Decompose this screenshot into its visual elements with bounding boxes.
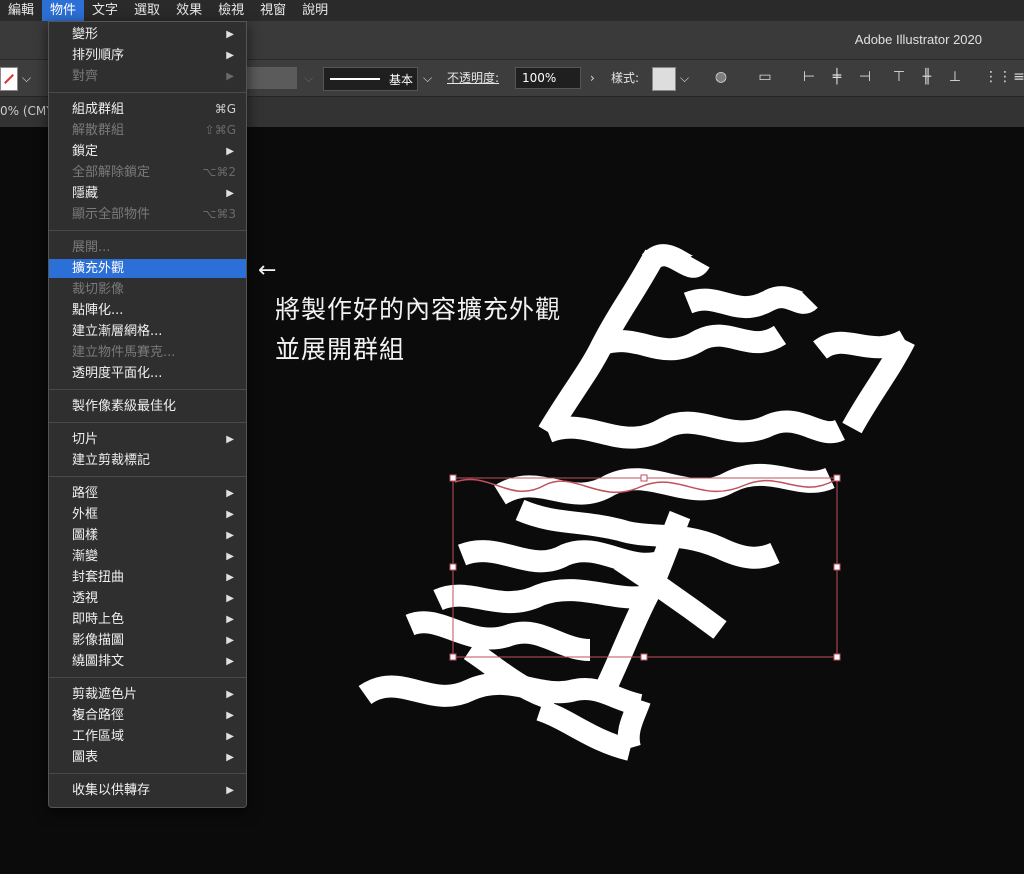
selection-handle xyxy=(833,474,841,482)
align-bottom-icon[interactable]: ⊥ xyxy=(946,68,964,86)
menu-item-transform[interactable]: 變形 ▶ xyxy=(49,25,246,44)
menu-separator xyxy=(49,230,246,231)
recolor-artwork-icon[interactable]: ◍ xyxy=(712,68,730,86)
menu-item-shape[interactable]: 外框 ▶ xyxy=(49,505,246,524)
menu-item-slice[interactable]: 切片 ▶ xyxy=(49,430,246,449)
align-hcenter-icon[interactable]: ╪ xyxy=(828,68,846,86)
menu-item-collect-for-export[interactable]: 收集以供轉存 ▶ xyxy=(49,781,246,800)
menu-item-blend[interactable]: 漸變 ▶ xyxy=(49,547,246,566)
menu-item-ungroup: 解散群組 ⇧⌘G xyxy=(72,123,236,138)
menu-item-group[interactable]: 組成群組 ⌘G xyxy=(49,100,246,119)
transform-icon[interactable]: ≡ xyxy=(1010,68,1024,86)
menu-item-image-trace[interactable]: 影像描圖 ▶ xyxy=(49,631,246,650)
menu-item-expand-appearance[interactable]: 擴充外觀 xyxy=(49,259,246,278)
menu-item-flatten-transparency[interactable]: 透明度平面化... xyxy=(49,364,246,383)
object-menu-dropdown: 變形 ▶ 排列順序 ▶ 對齊 ▶ 組成群組 ⌘G 解散群組 ⇧⌘G 鎖定 ▶ 全部解除鎖定 ⌥… xyxy=(48,21,247,808)
menu-separator xyxy=(49,773,246,774)
menu-item-pixel-perfect[interactable]: 製作像素級最佳化 xyxy=(49,397,246,416)
menu-item-compound-path[interactable]: 複合路徑 ▶ xyxy=(49,706,246,725)
menu-separator xyxy=(49,422,246,423)
menu-select[interactable]: 選取 xyxy=(126,0,168,21)
menu-bar: 編輯 物件 文字 選取 效果 檢視 視窗 說明 xyxy=(0,0,1024,21)
menu-item-live-paint[interactable]: 即時上色 ▶ xyxy=(49,610,246,629)
menu-item-path[interactable]: 路徑 ▶ xyxy=(49,484,246,503)
menu-item-gradient-mesh[interactable]: 建立漸層網格... xyxy=(49,322,246,341)
stroke-weight-field[interactable] xyxy=(245,67,297,89)
menu-item-clipping-mask[interactable]: 剪裁遮色片 ▶ xyxy=(49,685,246,704)
document-setup-icon[interactable]: ▭ xyxy=(756,68,774,86)
chevron-down-icon[interactable]: ⌵ xyxy=(22,67,31,89)
align-left-icon[interactable]: ⊢ xyxy=(800,68,818,86)
menu-item-expand: 展開... xyxy=(72,240,111,255)
menu-item-hide[interactable]: 隱藏 ▶ xyxy=(49,184,246,203)
menu-item-object-mosaic: 建立物件馬賽克... xyxy=(72,345,176,360)
chevron-down-icon: ⌵ xyxy=(304,71,314,85)
menu-item-rasterize[interactable]: 點陣化... xyxy=(49,301,246,320)
menu-item-lock[interactable]: 鎖定 ▶ xyxy=(49,142,246,161)
stroke-profile-select[interactable]: 基本 xyxy=(323,67,418,91)
chevron-down-icon[interactable]: ⌵ xyxy=(423,67,432,89)
align-vcenter-icon[interactable]: ╫ xyxy=(918,68,936,86)
distribute-icon[interactable]: ⋮⋮ xyxy=(984,68,1012,86)
selection-handle xyxy=(833,563,841,571)
menu-item-unlock-all: 全部解除鎖定 ⌥⌘2 xyxy=(72,165,236,180)
fill-swatch[interactable] xyxy=(0,67,18,91)
menu-item-envelope-distort[interactable]: 封套扭曲 ▶ xyxy=(49,568,246,587)
selection-handle xyxy=(833,653,841,661)
opacity-input[interactable]: 100% xyxy=(515,67,581,89)
menu-item-show-all: 顯示全部物件 ⌥⌘3 xyxy=(72,207,236,222)
menu-help[interactable]: 說明 xyxy=(294,0,336,21)
menu-effect[interactable]: 效果 xyxy=(168,0,210,21)
menu-item-text-wrap[interactable]: 繞圖排文 ▶ xyxy=(49,652,246,671)
document-tab[interactable]: 0% (CMY xyxy=(0,104,54,118)
chevron-right-icon[interactable]: › xyxy=(590,67,595,89)
art-stroke xyxy=(536,699,633,761)
art-stroke xyxy=(543,410,845,449)
menu-separator xyxy=(49,677,246,678)
graphic-style-swatch[interactable] xyxy=(652,67,676,91)
align-top-icon[interactable]: ⊤ xyxy=(890,68,908,86)
menu-object[interactable]: 物件 xyxy=(42,0,85,21)
selection-handle xyxy=(449,563,457,571)
art-stroke xyxy=(617,696,651,751)
art-stroke xyxy=(405,611,591,661)
menu-item-align: 對齊 ▶ xyxy=(72,69,234,84)
menu-item-crop-marks[interactable]: 建立剪裁標記 xyxy=(49,451,246,470)
app-title: Adobe Illustrator 2020 xyxy=(854,32,982,47)
art-stroke xyxy=(596,324,787,361)
menu-edit[interactable]: 編輯 xyxy=(0,0,42,21)
align-right-icon[interactable]: ⊣ xyxy=(856,68,874,86)
opacity-label[interactable]: 不透明度: xyxy=(447,67,499,89)
menu-item-perspective[interactable]: 透視 ▶ xyxy=(49,589,246,608)
menu-item-crop-image: 裁切影像 xyxy=(72,282,125,297)
menu-window[interactable]: 視窗 xyxy=(252,0,294,21)
menu-separator xyxy=(49,476,246,477)
menu-type[interactable]: 文字 xyxy=(84,0,126,21)
menu-item-arrange[interactable]: 排列順序 ▶ xyxy=(49,46,246,65)
annotation-line-2: 並展開群組 xyxy=(275,335,406,364)
selection-handle xyxy=(449,653,457,661)
art-stroke xyxy=(433,579,654,614)
art-stroke xyxy=(683,286,818,319)
stroke-profile-label: 基本 xyxy=(388,73,413,87)
annotation-arrow-icon: ← xyxy=(258,258,277,283)
selection-handle xyxy=(449,474,457,482)
selection-handle xyxy=(640,474,648,482)
selection-handle xyxy=(640,653,648,661)
stroke-preview-line xyxy=(330,78,380,80)
graphic-style-label: 樣式: xyxy=(611,71,640,85)
menu-item-artboards[interactable]: 工作區域 ▶ xyxy=(49,727,246,746)
chevron-down-icon[interactable]: ⌵ xyxy=(680,67,689,89)
menu-separator xyxy=(49,92,246,93)
art-stroke xyxy=(358,672,643,716)
menu-view[interactable]: 檢視 xyxy=(210,0,252,21)
menu-item-pattern[interactable]: 圖樣 ▶ xyxy=(49,526,246,545)
menu-separator xyxy=(49,389,246,390)
menu-item-graph[interactable]: 圖表 ▶ xyxy=(49,748,246,767)
annotation-line-1: 將製作好的內容擴充外觀 xyxy=(275,295,562,324)
